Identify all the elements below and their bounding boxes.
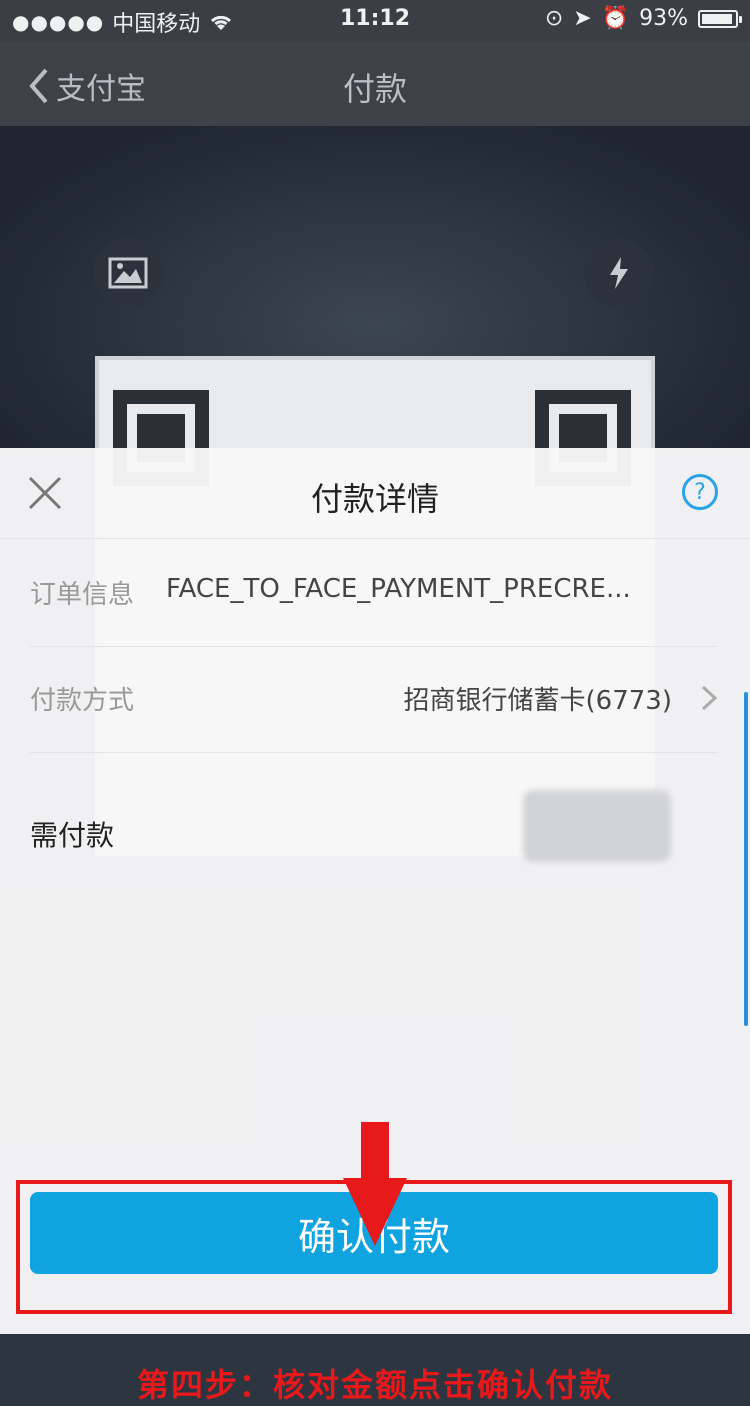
order-info-value: FACE_TO_FACE_PAYMENT_PRECRE... <box>166 574 631 604</box>
order-info-label: 订单信息 <box>30 580 135 610</box>
image-icon <box>108 257 148 289</box>
down-arrow-icon <box>343 1122 407 1246</box>
album-button[interactable] <box>93 238 163 308</box>
payment-details-sheet: 付款详情 ? 订单信息 FACE_TO_FACE_PAYMENT_PRECRE.… <box>0 448 750 1404</box>
sheet-header: 付款详情 ? <box>0 448 750 539</box>
step-annotation: 第四步：核对金额点击确认付款 <box>136 1366 613 1404</box>
battery-icon <box>698 9 742 28</box>
location-icon: ➤ <box>573 6 592 31</box>
rotation-lock-icon: ⊙ <box>544 6 564 31</box>
status-bar: ●●●●● 中国移动 11:12 ⊙ ➤ ⏰ 93% <box>0 0 750 42</box>
payment-method-row[interactable]: 付款方式 招商银行储蓄卡(6773) <box>30 646 718 753</box>
scanner-view <box>0 126 750 856</box>
help-icon[interactable]: ? <box>682 474 718 510</box>
flashlight-button[interactable] <box>584 238 654 308</box>
sheet-title: 付款详情 <box>310 480 439 518</box>
payment-method-label: 付款方式 <box>30 686 135 716</box>
nav-bar: 支付宝 付款 <box>0 42 750 126</box>
alarm-icon: ⏰ <box>601 6 630 31</box>
chevron-right-icon <box>701 685 718 711</box>
battery-percent: 93% <box>639 6 688 31</box>
payment-method-value: 招商银行储蓄卡(6773) <box>403 686 672 716</box>
scroll-indicator <box>744 692 748 1026</box>
amount-due-label: 需付款 <box>30 819 115 852</box>
page-title: 付款 <box>342 70 407 108</box>
amount-due-value <box>523 790 671 862</box>
order-info-row: 订单信息 FACE_TO_FACE_PAYMENT_PRECRE... <box>30 540 718 647</box>
flash-icon <box>610 257 628 289</box>
